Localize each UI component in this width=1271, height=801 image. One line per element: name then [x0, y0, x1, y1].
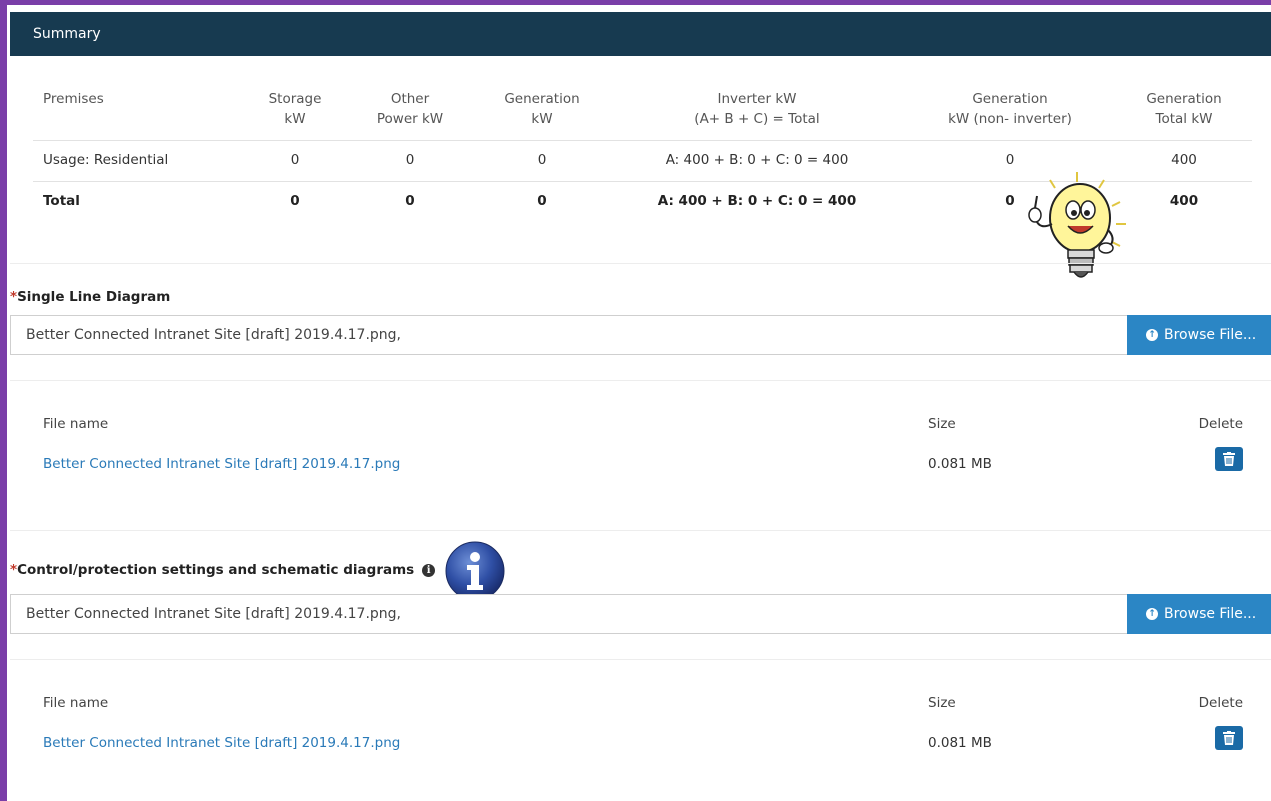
info-icon[interactable]: i: [422, 564, 436, 577]
file-size: 0.081 MB: [928, 456, 992, 472]
col-premises-label: Premises: [43, 91, 104, 107]
col-other-line1: Other: [390, 91, 430, 107]
single-line-label-text: Single Line Diagram: [17, 289, 171, 305]
file-table-header: File name Size Delete: [43, 695, 1243, 735]
total-other-power: 0: [405, 193, 415, 209]
total-label: Total: [43, 193, 80, 209]
upload-circle-icon: ↑: [1146, 329, 1158, 341]
delete-file-button[interactable]: [1215, 447, 1243, 471]
col-generation-line1: Generation: [504, 91, 580, 107]
control-browse-button[interactable]: ↑ Browse File...: [1127, 594, 1271, 634]
summary-title: Summary: [33, 26, 101, 42]
col-file-name: File name: [43, 416, 109, 432]
upload-circle-icon: ↑: [1146, 608, 1158, 620]
control-file-input[interactable]: Better Connected Intranet Site [draft] 2…: [10, 594, 1128, 634]
col-size: Size: [928, 416, 956, 432]
delete-file-button[interactable]: [1215, 726, 1243, 750]
col-delete: Delete: [1198, 416, 1243, 432]
col-storage-line2: kW: [284, 111, 306, 127]
cell-other-power: 0: [405, 152, 415, 168]
control-protection-label: *Control/protection settings and schemat…: [10, 562, 436, 578]
col-generation-total: Generation Total kW: [1134, 89, 1234, 129]
table-row: Better Connected Intranet Site [draft] 2…: [43, 726, 1243, 775]
single-line-browse-button[interactable]: ↑ Browse File...: [1127, 315, 1271, 355]
total-inverter: A: 400 + B: 0 + C: 0 = 400: [657, 193, 857, 209]
lightbulb-mascot-icon: [1022, 168, 1132, 297]
cell-generation: 0: [537, 152, 547, 168]
col-other-power: Other Power kW: [360, 89, 460, 129]
single-line-file-input-value: Better Connected Intranet Site [draft] 2…: [26, 327, 401, 343]
col-delete: Delete: [1198, 695, 1243, 711]
frame-border-left: [0, 0, 7, 801]
file-table-header: File name Size Delete: [43, 416, 1243, 456]
control-protection-label-text: Control/protection settings and schemati…: [17, 562, 415, 578]
col-other-line2: Power kW: [376, 111, 444, 127]
col-generation: Generation kW: [492, 89, 592, 129]
trash-icon: [1223, 731, 1235, 745]
file-link[interactable]: Better Connected Intranet Site [draft] 2…: [43, 456, 400, 472]
cell-premises: Usage: Residential: [43, 152, 169, 168]
file-size: 0.081 MB: [928, 735, 992, 751]
col-gentotal-line2: Total kW: [1155, 111, 1213, 127]
single-line-file-input[interactable]: Better Connected Intranet Site [draft] 2…: [10, 315, 1128, 355]
cell-generation-non-inverter: 0: [1005, 152, 1015, 168]
frame-border-top: [0, 0, 1271, 5]
single-line-file-table: File name Size Delete Better Connected I…: [43, 416, 1243, 496]
col-file-name: File name: [43, 695, 109, 711]
col-noninv-line1: Generation: [972, 91, 1048, 107]
col-generation-non-inverter: Generation kW (non- inverter): [910, 89, 1110, 129]
col-premises: Premises: [43, 89, 104, 109]
trash-icon: [1223, 452, 1235, 466]
col-inverter: Inverter kW (A+ B + C) = Total: [632, 89, 882, 129]
col-gentotal-line1: Generation: [1146, 91, 1222, 107]
cell-generation-total: 400: [1171, 152, 1197, 168]
divider: [10, 659, 1271, 660]
table-row: Better Connected Intranet Site [draft] 2…: [43, 447, 1243, 496]
control-file-input-value: Better Connected Intranet Site [draft] 2…: [26, 606, 401, 622]
col-inverter-line1: Inverter kW: [717, 91, 797, 107]
divider: [10, 530, 1271, 531]
col-noninv-line2: kW (non- inverter): [948, 111, 1072, 127]
col-storage: Storage kW: [245, 89, 345, 129]
col-storage-line1: Storage: [268, 91, 322, 107]
single-line-diagram-label: *Single Line Diagram: [10, 289, 170, 305]
total-generation: 0: [537, 193, 547, 209]
summary-table-header-row: Premises Storage kW Other Power kW Gener…: [33, 84, 1252, 141]
cell-storage: 0: [290, 152, 300, 168]
col-size: Size: [928, 695, 956, 711]
col-inverter-line2: (A+ B + C) = Total: [694, 111, 820, 127]
browse-button-label: Browse File...: [1164, 606, 1257, 622]
file-link[interactable]: Better Connected Intranet Site [draft] 2…: [43, 735, 400, 751]
required-mark: *: [10, 562, 18, 578]
total-generation-total: 400: [1169, 193, 1199, 209]
divider: [10, 263, 1271, 264]
divider: [10, 380, 1271, 381]
cell-inverter: A: 400 + B: 0 + C: 0 = 400: [665, 152, 849, 168]
browse-button-label: Browse File...: [1164, 327, 1257, 343]
col-generation-line2: kW: [531, 111, 553, 127]
total-storage: 0: [290, 193, 300, 209]
control-file-table: File name Size Delete Better Connected I…: [43, 695, 1243, 775]
required-mark: *: [10, 289, 18, 305]
summary-header: Summary: [10, 12, 1271, 56]
info-badge-icon: [445, 541, 505, 601]
